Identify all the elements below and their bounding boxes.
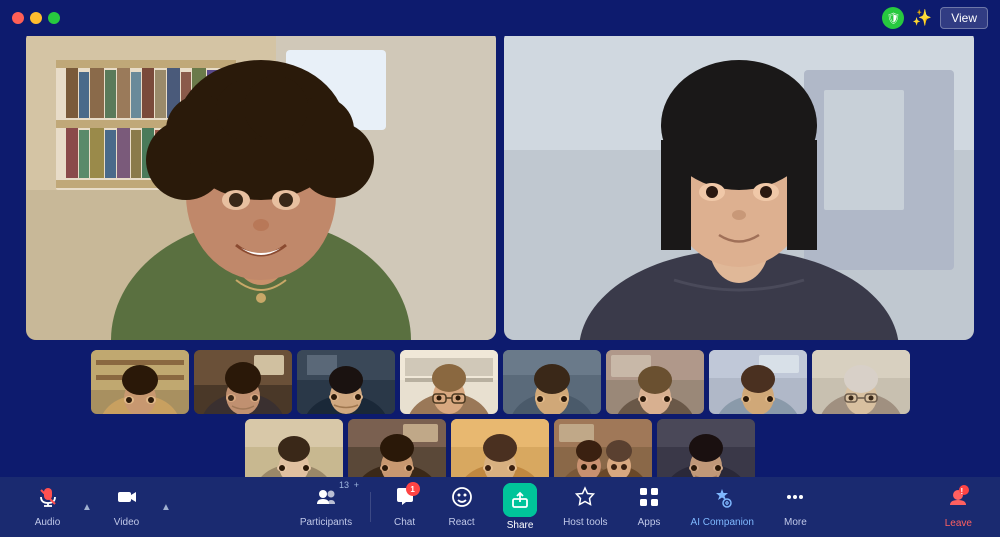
apps-icon xyxy=(638,486,660,514)
participant-thumb-1[interactable] xyxy=(91,350,189,414)
audio-label: Audio xyxy=(35,517,61,528)
wand-icon: ✨ xyxy=(912,8,932,28)
titlebar: 🛡 ✨ View xyxy=(0,0,1000,36)
participants-button[interactable]: 13 + Participants xyxy=(288,482,364,532)
participant-thumb-9[interactable] xyxy=(245,419,343,483)
participants-icon: 13 + xyxy=(315,486,337,514)
window-controls xyxy=(12,12,60,24)
audio-chevron[interactable]: ▲ xyxy=(79,498,95,517)
react-label: React xyxy=(449,517,475,528)
ai-companion-button[interactable]: AI Companion xyxy=(679,483,766,532)
main-videos xyxy=(20,30,980,340)
participant-thumb-12[interactable] xyxy=(554,419,652,483)
video-icon xyxy=(116,486,138,514)
more-icon xyxy=(784,486,806,514)
close-dot[interactable] xyxy=(12,12,24,24)
participant-thumb-4[interactable] xyxy=(400,350,498,414)
share-icon xyxy=(503,483,537,517)
participants-label: Participants xyxy=(300,517,352,528)
titlebar-right: 🛡 ✨ View xyxy=(882,7,988,29)
svg-text:!: ! xyxy=(961,487,964,496)
main-video-1 xyxy=(26,30,496,340)
main-content xyxy=(0,36,1000,477)
strip-row-2 xyxy=(160,419,840,483)
host-tools-icon xyxy=(574,486,596,514)
divider-1 xyxy=(370,492,371,522)
security-icon: 🛡 xyxy=(882,7,904,29)
chat-button[interactable]: 1 Chat xyxy=(377,482,432,532)
participant-thumb-8[interactable] xyxy=(812,350,910,414)
participant-thumb-13[interactable] xyxy=(657,419,755,483)
ai-companion-label: AI Companion xyxy=(691,517,754,528)
ai-companion-icon xyxy=(711,487,733,514)
leave-label: Leave xyxy=(945,518,972,529)
participant-thumb-2[interactable] xyxy=(194,350,292,414)
react-icon xyxy=(451,486,473,514)
participant-thumb-6[interactable] xyxy=(606,350,704,414)
audio-button[interactable]: Audio xyxy=(20,482,75,532)
participant-thumb-5[interactable] xyxy=(503,350,601,414)
participants-count: 13 xyxy=(339,480,349,490)
strip-row-1 xyxy=(160,350,840,414)
video-label: Video xyxy=(114,517,139,528)
chat-badge: 1 xyxy=(406,482,420,496)
apps-button[interactable]: Apps xyxy=(622,482,677,532)
mic-icon xyxy=(37,486,59,514)
participant-thumb-11[interactable] xyxy=(451,419,549,483)
react-button[interactable]: React xyxy=(434,482,489,532)
participant-thumb-3[interactable] xyxy=(297,350,395,414)
leave-button[interactable]: ! Leave xyxy=(937,481,980,533)
minimize-dot[interactable] xyxy=(30,12,42,24)
host-tools-label: Host tools xyxy=(563,517,607,528)
host-tools-button[interactable]: Host tools xyxy=(551,482,619,532)
apps-label: Apps xyxy=(638,517,661,528)
participant-strip xyxy=(160,350,840,483)
participant-thumb-10[interactable] xyxy=(348,419,446,483)
toolbar-right: ! Leave xyxy=(937,481,980,533)
leave-icon: ! xyxy=(946,485,970,515)
share-button[interactable]: Share xyxy=(491,479,549,535)
share-label: Share xyxy=(507,520,534,531)
toolbar: Audio ▲ Video ▲ xyxy=(0,477,1000,537)
maximize-dot[interactable] xyxy=(48,12,60,24)
toolbar-left: Audio ▲ Video ▲ xyxy=(20,482,174,532)
video-button[interactable]: Video xyxy=(99,482,154,532)
video-chevron[interactable]: ▲ xyxy=(158,498,174,517)
chat-label: Chat xyxy=(394,517,415,528)
chat-icon: 1 xyxy=(394,486,416,514)
toolbar-center: 13 + Participants 1 Chat xyxy=(288,479,823,535)
participant-thumb-7[interactable] xyxy=(709,350,807,414)
main-video-2 xyxy=(504,30,974,340)
more-button[interactable]: More xyxy=(768,482,823,532)
view-button[interactable]: View xyxy=(940,7,988,29)
more-label: More xyxy=(784,517,807,528)
